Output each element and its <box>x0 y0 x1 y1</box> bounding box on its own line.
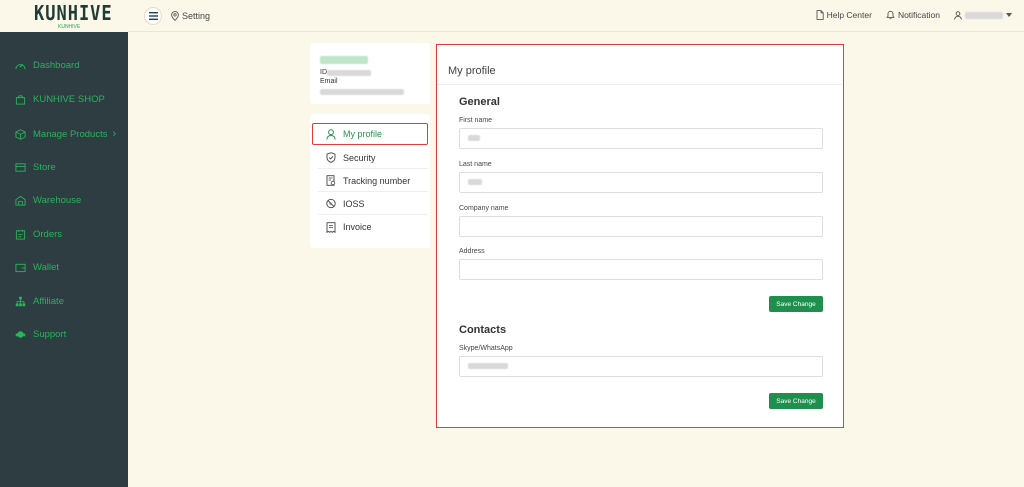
settings-menu: My profile Security Tracking number $ IO… <box>310 114 430 248</box>
settings-item-security[interactable]: Security <box>318 147 428 169</box>
first-name-redacted <box>468 135 480 141</box>
sidebar-item-label: Store <box>33 162 56 173</box>
sidebar-item-label: Affiliate <box>33 296 64 307</box>
settings-item-ioss[interactable]: $ IOSS <box>318 193 428 215</box>
box-icon <box>15 128 26 140</box>
tracking-icon <box>326 175 336 186</box>
save-general-button[interactable]: Save Change <box>769 296 823 312</box>
user-info-card: ID Email <box>310 43 430 104</box>
settings-item-label: Tracking number <box>343 175 411 186</box>
last-name-label: Last name <box>459 161 492 168</box>
breadcrumb-label: Setting <box>182 11 211 21</box>
sidebar-item-label: Manage Products <box>33 128 108 140</box>
settings-item-label: Invoice <box>343 222 372 232</box>
user-menu[interactable] <box>954 10 1012 20</box>
panel-title: My profile <box>448 65 496 77</box>
sidebar-item-label: Warehouse <box>33 195 82 206</box>
support-icon <box>15 331 26 338</box>
shield-icon <box>326 152 336 163</box>
document-icon <box>816 10 824 20</box>
bell-icon <box>886 10 895 20</box>
location-pin-icon <box>171 11 179 21</box>
warehouse-icon <box>15 195 26 206</box>
sidebar-item-label: KUNHIVE SHOP <box>33 94 105 105</box>
store-icon <box>15 163 26 172</box>
sidebar-item-support[interactable]: Support <box>15 329 66 340</box>
id-label: ID <box>320 69 327 76</box>
first-name-input[interactable] <box>459 128 823 149</box>
settings-item-label: Security <box>343 152 376 163</box>
notification-link[interactable]: Notification <box>886 10 940 20</box>
top-right-actions: Help Center Notification <box>816 10 1012 20</box>
sidebar-item-wallet[interactable]: Wallet <box>15 262 59 273</box>
sidebar-item-affiliate[interactable]: Affiliate <box>15 296 64 307</box>
affiliate-icon <box>15 296 26 307</box>
sidebar-item-label: Dashboard <box>33 60 80 71</box>
skype-whatsapp-label: Skype/WhatsApp <box>459 345 513 352</box>
settings-item-tracking-number[interactable]: Tracking number <box>318 170 428 192</box>
caret-down-icon <box>1006 13 1012 17</box>
sidebar-item-manage-products[interactable]: Manage Products › <box>15 128 116 140</box>
general-heading: General <box>459 96 500 108</box>
settings-item-label: My profile <box>343 129 383 139</box>
breadcrumb: Setting <box>171 11 210 21</box>
address-label: Address <box>459 248 485 255</box>
ioss-icon: $ <box>326 198 336 209</box>
sidebar-item-label: Support <box>33 329 67 340</box>
first-name-label: First name <box>459 117 493 124</box>
email-value-redacted <box>320 89 404 95</box>
my-profile-panel: My profile General First name Last name … <box>436 44 844 428</box>
user-icon <box>954 10 962 20</box>
logo-text: KUNHIVE <box>34 2 113 26</box>
chevron-right-icon: › <box>112 128 117 140</box>
contacts-heading: Contacts <box>459 324 507 336</box>
user-icon <box>326 128 336 140</box>
company-name-label: Company name <box>459 205 509 212</box>
shop-bag-icon <box>15 95 26 105</box>
address-input[interactable] <box>459 259 823 280</box>
top-bar: KUNHIVE KUNHIVE Setting Help Center Noti… <box>0 0 1024 32</box>
menu-toggle-button[interactable] <box>144 7 162 25</box>
user-name-redacted <box>320 56 368 64</box>
sidebar-item-label: Orders <box>33 229 63 240</box>
skype-whatsapp-input[interactable] <box>459 356 823 377</box>
logo-subtext: KUNHIVE <box>58 24 81 30</box>
help-center-link[interactable]: Help Center <box>816 10 872 20</box>
last-name-redacted <box>468 179 482 185</box>
settings-item-my-profile[interactable]: My profile <box>312 123 428 145</box>
user-name-redacted <box>965 11 1003 19</box>
sidebar: Dashboard KUNHIVE SHOP Manage Products ›… <box>0 32 128 487</box>
sidebar-item-label: Wallet <box>33 262 60 273</box>
orders-icon <box>15 229 26 240</box>
dashboard-icon <box>15 63 26 70</box>
invoice-icon <box>326 221 336 233</box>
sidebar-item-orders[interactable]: Orders <box>15 229 62 240</box>
notification-label: Notification <box>897 10 940 20</box>
logo[interactable]: KUNHIVE KUNHIVE <box>0 0 128 32</box>
help-center-label: Help Center <box>826 10 872 20</box>
sidebar-item-dashboard[interactable]: Dashboard <box>15 60 79 71</box>
email-label: Email <box>320 78 338 85</box>
panel-divider <box>437 84 842 85</box>
sidebar-item-warehouse[interactable]: Warehouse <box>15 195 81 206</box>
save-contacts-button[interactable]: Save Change <box>769 393 823 409</box>
sidebar-item-store[interactable]: Store <box>15 162 56 173</box>
id-value-redacted <box>327 70 371 76</box>
hamburger-icon <box>148 12 158 20</box>
svg-text:$: $ <box>329 201 332 206</box>
settings-item-label: IOSS <box>343 198 365 209</box>
sidebar-item-kunhive-shop[interactable]: KUNHIVE SHOP <box>15 94 105 105</box>
skype-redacted <box>468 363 508 369</box>
company-name-input[interactable] <box>459 216 823 237</box>
settings-item-invoice[interactable]: Invoice <box>318 216 428 238</box>
last-name-input[interactable] <box>459 172 823 193</box>
wallet-icon <box>15 263 26 273</box>
